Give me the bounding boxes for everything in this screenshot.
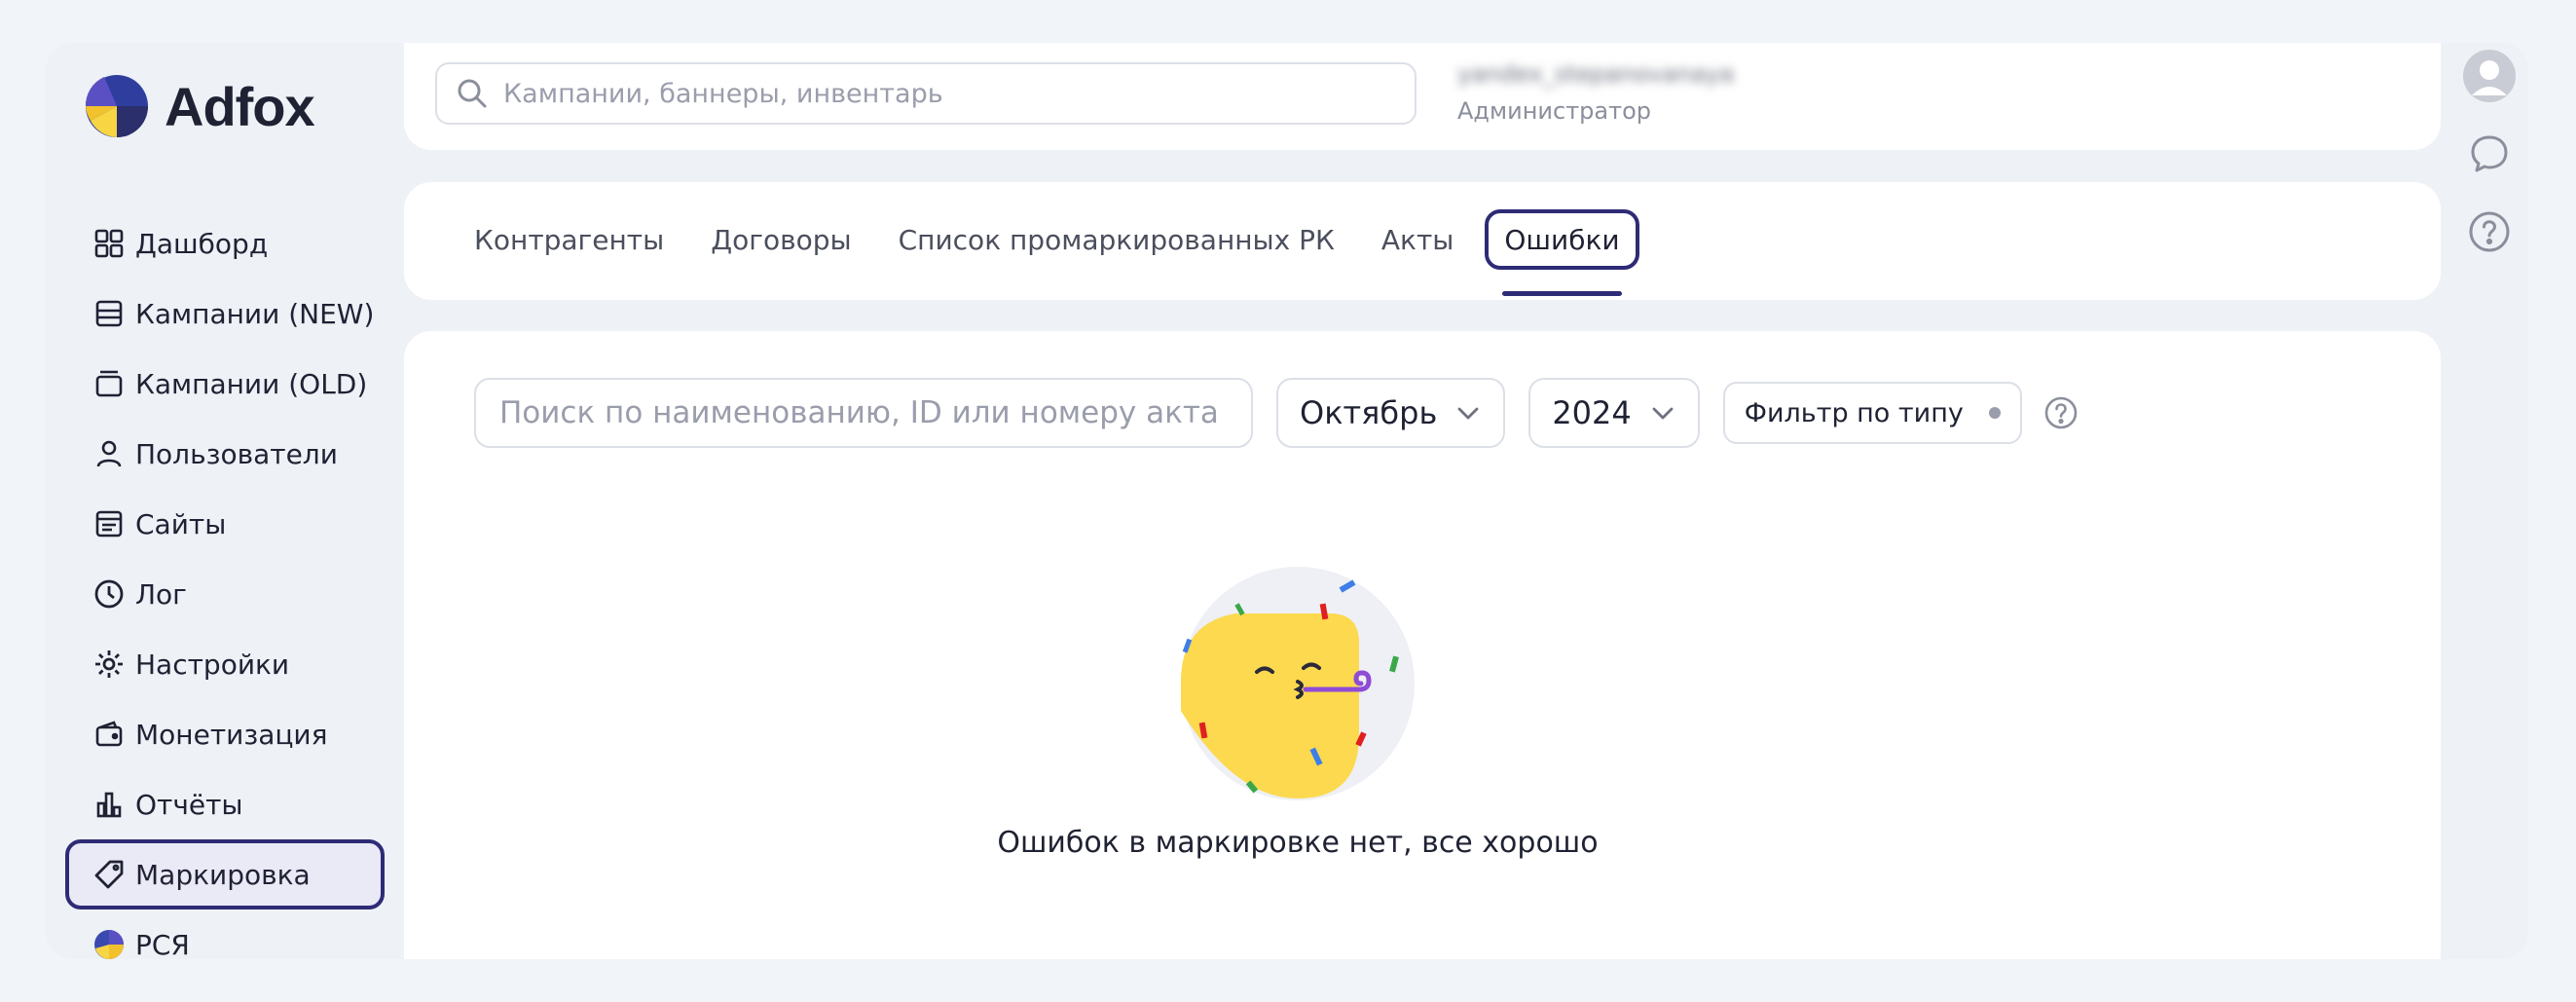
main-area: yandex_stepanovanaya Администратор Контр… <box>404 43 2441 959</box>
right-toolbar <box>2441 43 2528 959</box>
clock-icon <box>92 577 126 611</box>
content-card: Октябрь 2024 Фильтр по типу <box>404 331 2441 959</box>
sidebar-item-label: Отчёты <box>135 788 243 821</box>
type-filter-button[interactable]: Фильтр по типу <box>1722 382 2022 444</box>
wallet-icon <box>92 718 126 751</box>
top-bar: yandex_stepanovanaya Администратор <box>404 43 2441 150</box>
sidebar-item-label: Монетизация <box>135 718 328 751</box>
year-select[interactable]: 2024 <box>1528 378 1700 448</box>
sidebar-item-settings[interactable]: Настройки <box>65 629 385 699</box>
tab-errors-label: Ошибки <box>1504 223 1620 256</box>
type-filter-label: Фильтр по типу <box>1744 397 1964 428</box>
campaigns-old-icon <box>92 367 126 400</box>
acts-search-input[interactable] <box>499 395 1239 430</box>
sidebar-item-campaigns-new[interactable]: Кампании (NEW) <box>65 278 385 349</box>
sidebar-item-label: Настройки <box>135 648 290 681</box>
sidebar-item-label: Кампании (OLD) <box>135 367 368 400</box>
sidebar-item-log[interactable]: Лог <box>65 559 385 629</box>
sidebar-item-label: Кампании (NEW) <box>135 297 375 330</box>
campaigns-new-icon <box>92 297 126 330</box>
empty-state-text: Ошибок в маркировке нет, все хорошо <box>997 826 1599 860</box>
sidebar-item-label: Дашборд <box>135 227 269 260</box>
sidebar-item-label: Сайты <box>135 507 227 540</box>
sidebar-item-dashboard[interactable]: Дашборд <box>65 208 385 278</box>
tabs: Контрагенты Договоры Список промаркирова… <box>474 209 1686 296</box>
tag-icon <box>92 858 126 891</box>
sidebar-item-label: РСЯ <box>135 928 190 960</box>
month-select[interactable]: Октябрь <box>1276 378 1506 448</box>
sidebar-item-campaigns-old[interactable]: Кампании (OLD) <box>65 349 385 419</box>
sidebar-item-label: Пользователи <box>135 437 338 470</box>
chat-icon[interactable] <box>2462 127 2517 181</box>
year-value: 2024 <box>1552 394 1632 431</box>
chevron-down-icon <box>1457 407 1479 420</box>
chevron-down-icon <box>1652 407 1674 420</box>
tab-marked-campaigns[interactable]: Список промаркированных РК <box>899 209 1335 270</box>
user-name: yandex_stepanovanaya <box>1457 60 1735 88</box>
sidebar-item-marking[interactable]: Маркировка <box>65 839 385 909</box>
sidebar-item-users[interactable]: Пользователи <box>65 419 385 489</box>
global-search[interactable] <box>435 62 1417 125</box>
adfox-logo-icon <box>85 75 148 137</box>
dashboard-icon <box>92 227 126 260</box>
user-info[interactable]: yandex_stepanovanaya Администратор <box>1457 60 1734 125</box>
tab-errors[interactable]: Ошибки <box>1485 209 1639 296</box>
help-icon[interactable] <box>2462 204 2517 259</box>
help-icon[interactable] <box>2043 395 2079 430</box>
sidebar-item-label: Лог <box>135 577 187 611</box>
sidebar-item-reports[interactable]: Отчёты <box>65 769 385 839</box>
filters-bar: Октябрь 2024 Фильтр по типу <box>474 378 2079 448</box>
app-frame: Adfox Дашборд Кампании (NEW) Кампании (O… <box>46 43 2528 959</box>
gear-icon <box>92 648 126 681</box>
logo[interactable]: Adfox <box>85 74 315 138</box>
global-search-input[interactable] <box>503 78 1380 109</box>
sidebar-item-rsya[interactable]: РСЯ <box>65 909 385 959</box>
month-value: Октябрь <box>1300 394 1438 431</box>
sidebar-item-monetization[interactable]: Монетизация <box>65 699 385 769</box>
sidebar-item-sites[interactable]: Сайты <box>65 489 385 559</box>
tab-counterparties[interactable]: Контрагенты <box>474 209 664 270</box>
tab-contracts[interactable]: Договоры <box>711 209 851 270</box>
tab-acts[interactable]: Акты <box>1381 209 1454 270</box>
user-role: Администратор <box>1457 97 1652 125</box>
active-tab-indicator <box>1502 291 1622 296</box>
sites-icon <box>92 507 126 540</box>
user-icon <box>92 437 126 470</box>
app-name: Adfox <box>165 75 315 137</box>
sidebar: Adfox Дашборд Кампании (NEW) Кампании (O… <box>46 43 404 959</box>
rsya-icon <box>92 928 126 959</box>
search-icon <box>458 79 487 108</box>
avatar[interactable] <box>2462 49 2517 103</box>
party-face-icon <box>1181 567 1415 800</box>
type-filter-indicator <box>1988 407 2001 419</box>
tabs-card: Контрагенты Договоры Список промаркирова… <box>404 182 2441 300</box>
bar-chart-icon <box>92 788 126 821</box>
sidebar-nav: Дашборд Кампании (NEW) Кампании (OLD) По… <box>65 208 385 959</box>
sidebar-item-label: Маркировка <box>135 858 311 891</box>
empty-state: Ошибок в маркировке нет, все хорошо <box>404 565 2191 860</box>
acts-search[interactable] <box>474 378 1253 448</box>
